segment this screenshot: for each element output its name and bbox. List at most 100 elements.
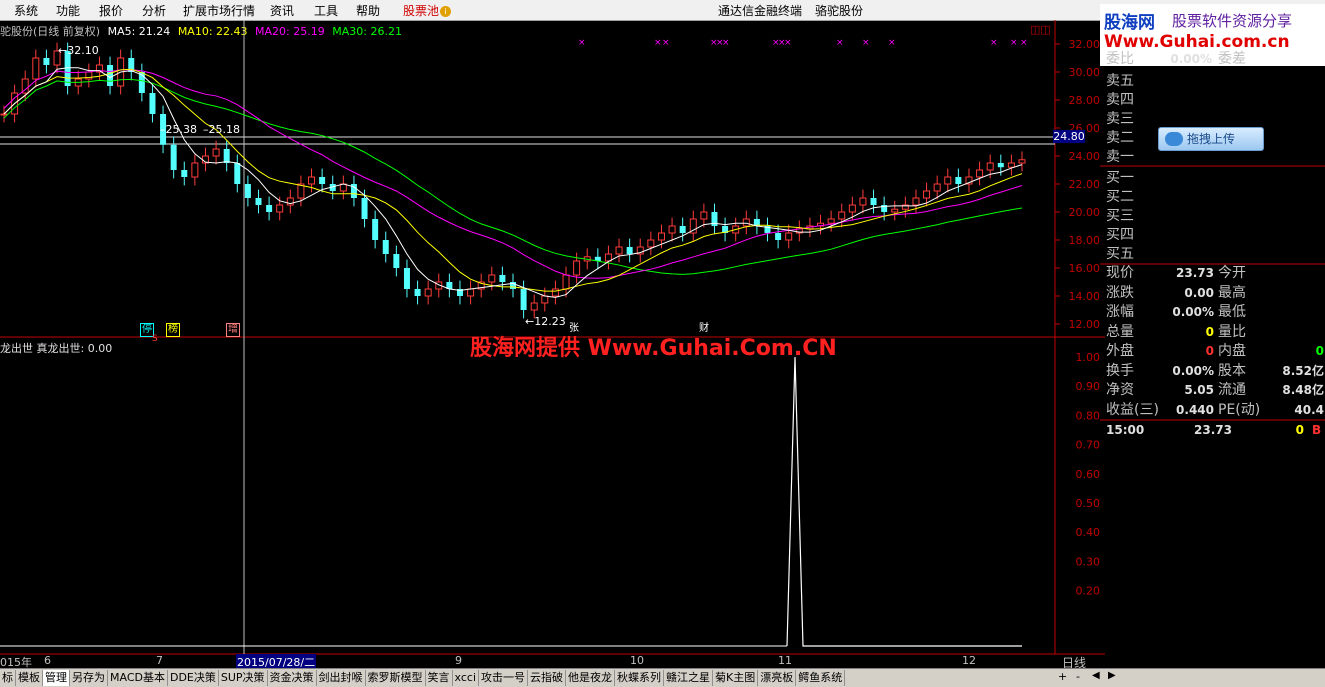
tab-indicator-9[interactable]: 索罗斯模型: [366, 670, 426, 686]
signal-mark: ×: [888, 38, 896, 48]
tab-indicator-12[interactable]: 攻击一号: [479, 670, 529, 686]
candle-body: [668, 225, 676, 234]
menu-analysis[interactable]: 分析: [142, 2, 166, 19]
candle-body: [499, 275, 506, 282]
candle-body: [976, 169, 984, 178]
candle-body: [657, 232, 665, 241]
menu-news[interactable]: 资讯: [270, 2, 294, 19]
marker-s[interactable]: S: [152, 333, 158, 345]
tab-scroll-left-icon[interactable]: ◀: [1092, 670, 1100, 681]
quote-label2-7: PE(动): [1218, 401, 1261, 418]
candle-body: [891, 208, 899, 213]
ask-4: 卖四: [1106, 92, 1134, 108]
candle-body: [1018, 159, 1026, 164]
quote-value-7: 0.440: [1176, 402, 1214, 417]
upload-button-label: 拖拽上传: [1187, 132, 1236, 146]
candle-body: [923, 190, 931, 199]
candle-body: [955, 177, 962, 184]
annotation-mid-right: –25.18: [203, 123, 240, 136]
candle-body: [212, 148, 220, 157]
ask-1: 卖一: [1106, 149, 1134, 165]
quote-label-0: 现价: [1106, 265, 1134, 281]
tab-indicator-2[interactable]: 管理: [43, 670, 70, 686]
tab-remove-button[interactable]: -: [1076, 670, 1080, 683]
menu-stock-pool[interactable]: 股票池 i: [403, 2, 452, 19]
signal-mark: ×: [784, 38, 792, 48]
candle-body: [393, 254, 400, 268]
candle-body: [149, 93, 156, 114]
bid-1: 买一: [1106, 170, 1134, 186]
tab-indicator-10[interactable]: 笑言: [426, 670, 453, 686]
quote-label2-2: 最低: [1218, 304, 1246, 320]
candle-body: [520, 289, 527, 310]
quote-weicha-label: 委差: [1218, 51, 1246, 67]
tab-indicator-16[interactable]: 赣江之星: [664, 670, 714, 686]
quote-weibi-label: 委比: [1106, 51, 1134, 67]
menu-function[interactable]: 功能: [56, 2, 80, 19]
upload-button[interactable]: 拖拽上传: [1158, 127, 1264, 151]
quote-value-3: 0: [1205, 324, 1214, 339]
signal-mark: ×: [1010, 38, 1018, 48]
tab-indicator-13[interactable]: 云指破: [528, 670, 567, 686]
indicator-axis-label: 0.70: [1076, 439, 1101, 452]
candle-body: [1007, 162, 1015, 168]
menu-extended-market[interactable]: 扩展市场行情: [183, 2, 255, 19]
tab-indicator-3[interactable]: 另存为: [70, 670, 108, 686]
menu-help[interactable]: 帮助: [356, 2, 380, 19]
tab-indicator-6[interactable]: SUP决策: [219, 670, 268, 686]
candle-body: [191, 162, 199, 178]
marker-zeng[interactable]: 增: [226, 323, 240, 337]
tab-add-button[interactable]: +: [1058, 670, 1067, 683]
signal-mark: ×: [654, 38, 662, 48]
candle-body: [43, 58, 50, 65]
tab-indicator-1[interactable]: 模板: [16, 670, 43, 686]
candle-body: [382, 240, 389, 254]
tab-indicator-4[interactable]: MACD基本: [108, 670, 168, 686]
tick-side: B: [1312, 423, 1322, 437]
candle-body: [223, 149, 230, 163]
annotation-mid-left: –25.38: [160, 123, 197, 136]
candle-body: [308, 176, 316, 185]
tab-indicator-17[interactable]: 菊K主图: [713, 670, 759, 686]
marker-bang[interactable]: 榜: [166, 323, 180, 337]
candle-body: [488, 274, 496, 283]
indicator-axis-label: 1.00: [1076, 351, 1101, 364]
candle-body: [234, 163, 241, 184]
tab-indicator-0[interactable]: 标: [0, 670, 16, 686]
date-label-7: 7: [156, 654, 163, 667]
signal-mark: ×: [578, 38, 586, 48]
quote-label2-6: 流通: [1218, 382, 1246, 398]
date-label-10: 10: [630, 654, 644, 667]
tab-indicator-14[interactable]: 他是夜龙: [566, 670, 616, 686]
tab-indicator-15[interactable]: 秋蝶系列: [615, 670, 665, 686]
menu-quote[interactable]: 报价: [99, 2, 123, 19]
menu-tools[interactable]: 工具: [314, 2, 338, 19]
candle-body: [424, 288, 432, 297]
quote-label2-1: 最高: [1218, 284, 1246, 301]
indicator-tab-bar: 标模板 管理 另存为 MACD基本 DDE决策 SUP决策 资金决策 剑出封喉 索罗斯模型 笑言 x…: [0, 668, 1325, 687]
candle-body: [276, 204, 284, 213]
candle-body: [403, 268, 410, 289]
candle-body: [32, 57, 40, 80]
tab-scroll-right-icon[interactable]: ▶: [1108, 670, 1116, 681]
candle-body: [170, 144, 177, 170]
price-axis-label: 24.00: [1069, 150, 1101, 163]
candle-body: [827, 218, 835, 224]
price-axis-label: 16.00: [1069, 262, 1101, 275]
tab-indicator-19[interactable]: 鳄鱼系统: [796, 670, 846, 686]
candle-body: [361, 198, 368, 219]
menu-system[interactable]: 系统: [14, 2, 38, 19]
price-axis-label: 12.00: [1069, 318, 1101, 331]
indicator-axis-label: 0.30: [1076, 555, 1101, 568]
candle-body: [319, 177, 326, 184]
tab-indicator-5[interactable]: DDE决策: [168, 670, 219, 686]
tab-indicator-18[interactable]: 漂亮板: [758, 670, 797, 686]
ask-5: 卖五: [1106, 73, 1134, 89]
tick-volume: 0: [1295, 423, 1304, 437]
candle-body: [933, 183, 941, 192]
tab-indicator-8[interactable]: 剑出封喉: [317, 670, 366, 686]
tab-indicator-7[interactable]: 资金决策: [268, 670, 317, 686]
price-tag: 24.80: [1053, 130, 1085, 143]
quote-label-6: 净资: [1106, 382, 1134, 398]
tab-indicator-11[interactable]: xcci: [453, 670, 480, 686]
